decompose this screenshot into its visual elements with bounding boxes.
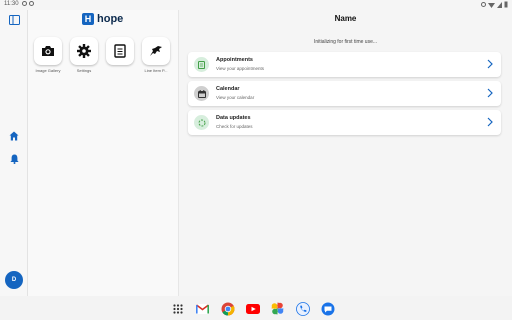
- status-time: 11:30: [4, 1, 19, 7]
- gear-icon[interactable]: [70, 37, 98, 65]
- card-title: Data updates: [216, 115, 251, 121]
- card-title: Calendar: [216, 86, 240, 92]
- main-content: Name Initializing for first time use... …: [179, 10, 512, 296]
- taskbar: [0, 296, 512, 320]
- shortcut-label: Image Gallery: [35, 68, 61, 73]
- shortcut-label: Line Item P...: [144, 68, 168, 73]
- chevron-right-icon: [487, 59, 493, 69]
- youtube-icon[interactable]: [245, 301, 260, 316]
- photos-icon[interactable]: [270, 301, 285, 316]
- battery-icon: [504, 1, 508, 8]
- sync-icon: [194, 115, 209, 130]
- calendar-icon: [194, 86, 209, 101]
- app-dock: [170, 301, 335, 316]
- chevron-right-icon: [487, 88, 493, 98]
- shortcut-label: Settings: [76, 68, 92, 73]
- card-calendar[interactable]: Calendar View your calendar: [188, 81, 501, 106]
- page-title: Name: [334, 14, 357, 23]
- status-notification-icons: [22, 1, 34, 6]
- card-subtitle: Check for updates: [216, 124, 253, 129]
- left-panel: H hope Image Gallery Settings Line Item …: [28, 10, 179, 296]
- card-subtitle: View your calendar: [216, 95, 255, 100]
- navigation-rail: D: [0, 10, 28, 296]
- document-icon[interactable]: [106, 37, 134, 65]
- logo-text: hope: [97, 13, 124, 25]
- animal-icon[interactable]: [142, 37, 170, 65]
- home-icon[interactable]: [8, 130, 20, 142]
- app-logo: H hope: [82, 13, 123, 25]
- appointments-icon: [194, 57, 209, 72]
- logo-mark: H: [82, 13, 94, 25]
- chevron-right-icon: [487, 117, 493, 127]
- gmail-icon[interactable]: [195, 301, 210, 316]
- signal-icon: [497, 1, 502, 8]
- wifi-icon: [488, 2, 495, 8]
- chrome-icon[interactable]: [220, 301, 235, 316]
- apps-grid-icon[interactable]: [170, 301, 185, 316]
- status-message: Initializing for first time use...: [313, 39, 378, 45]
- card-title: Appointments: [216, 57, 253, 63]
- status-bar: 11:30: [0, 0, 512, 10]
- shortcut-image-gallery[interactable]: Image Gallery: [34, 37, 62, 73]
- sync-status-icon: [29, 1, 34, 6]
- shortcut-settings[interactable]: Settings: [70, 37, 98, 73]
- status-system-icons: [481, 1, 508, 8]
- notification-icon: [22, 1, 27, 6]
- bell-icon[interactable]: [8, 153, 20, 165]
- card-data-updates[interactable]: Data updates Check for updates: [188, 110, 501, 135]
- card-appointments[interactable]: Appointments View your appointments: [188, 52, 501, 77]
- card-subtitle: View your appointments: [216, 66, 264, 71]
- settings-status-icon: [481, 2, 486, 7]
- messages-icon[interactable]: [320, 301, 335, 316]
- phone-icon[interactable]: [295, 301, 310, 316]
- sidebar-toggle-icon[interactable]: [8, 14, 20, 26]
- shortcut-line-item[interactable]: Line Item P...: [142, 37, 170, 73]
- shortcut-document[interactable]: [106, 37, 134, 73]
- shortcuts-row: Image Gallery Settings Line Item P...: [34, 37, 170, 73]
- avatar[interactable]: D: [5, 271, 23, 289]
- camera-icon[interactable]: [34, 37, 62, 65]
